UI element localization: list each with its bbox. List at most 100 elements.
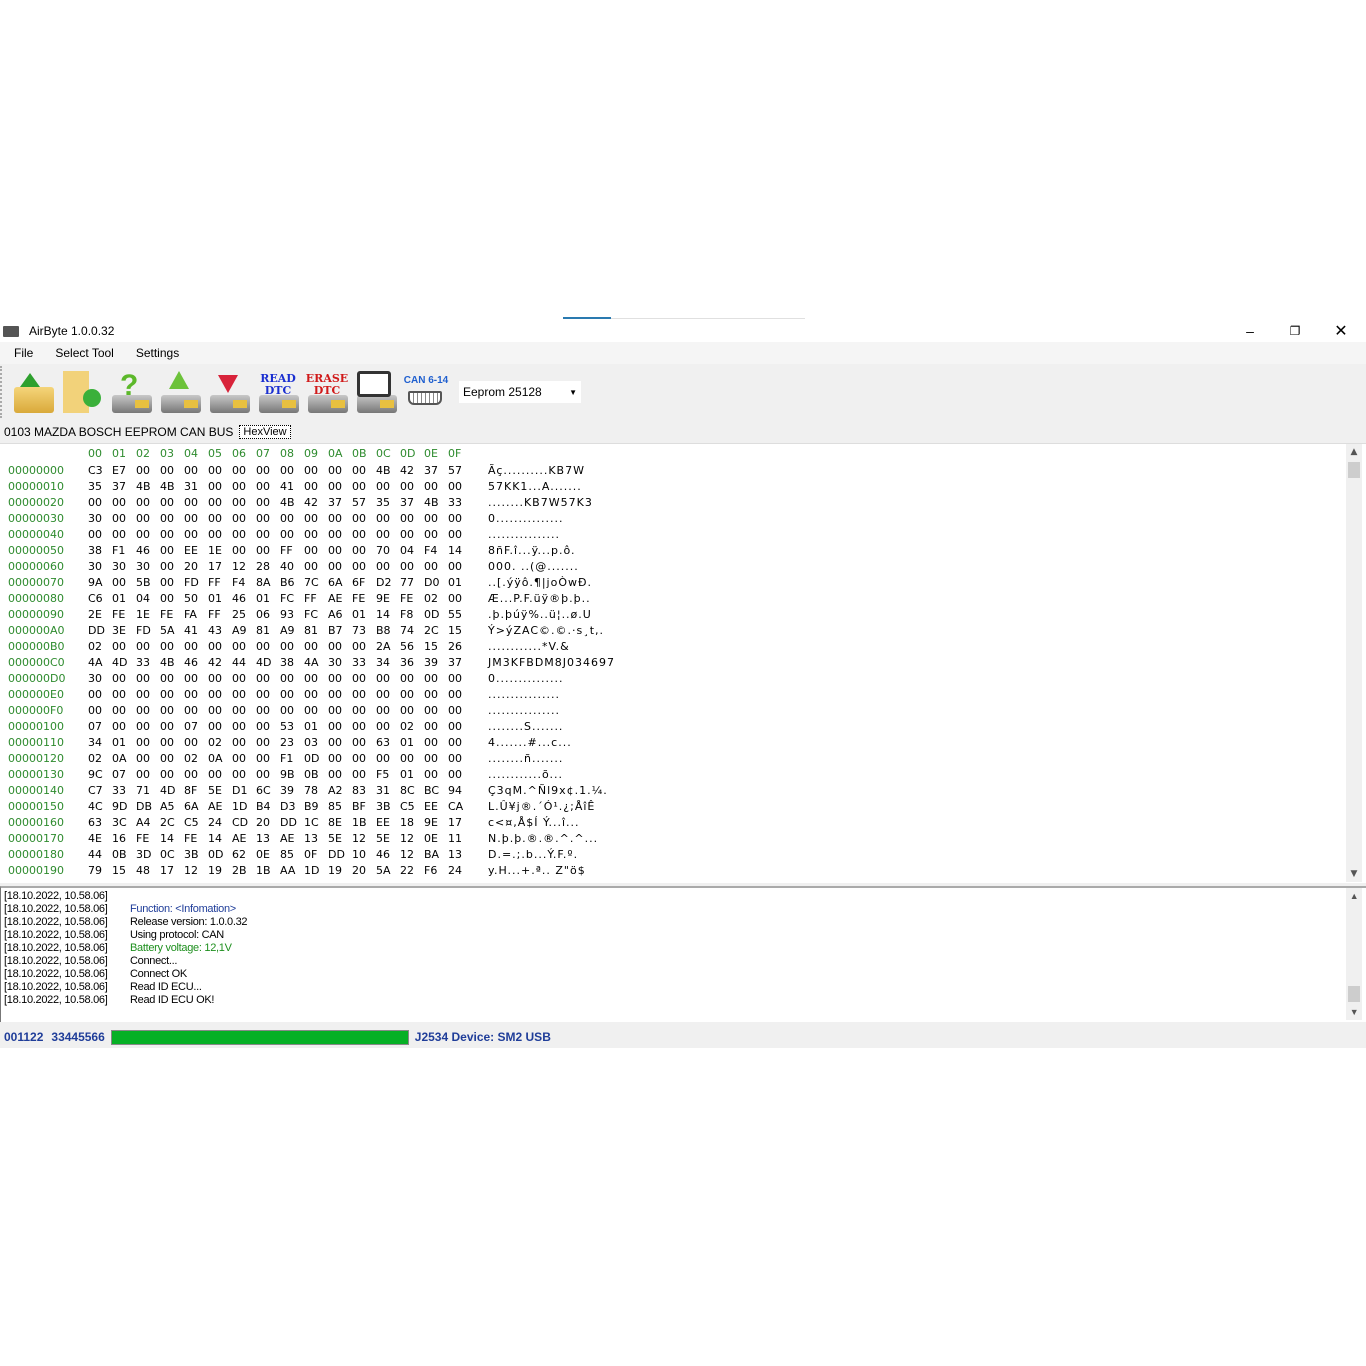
scroll-down-icon[interactable]: ▼ <box>1346 866 1362 882</box>
restore-icon[interactable]: ❐ <box>1272 320 1318 342</box>
hex-row[interactable]: 00000130 9C 07 00 00 00 00 00 00 9B 0B 00 00 F5 01 00 00… <box>0 768 1340 784</box>
hex-byte: 4A <box>88 656 103 669</box>
hex-row[interactable]: 00000040 00 00 00 00 00 00 00 00 00 00 00 00 00 00 00 00… <box>0 528 1340 544</box>
chip-select[interactable]: Eeprom 25128 ▼ <box>459 381 581 403</box>
hex-row[interactable]: 00000080 C6 01 04 00 50 01 46 01 FC FF AE FE 9E FE 02 00… <box>0 592 1340 608</box>
write-ecu-button[interactable] <box>157 369 203 415</box>
hex-byte: 1C <box>304 816 319 829</box>
save-file-button[interactable] <box>59 369 105 415</box>
hex-row[interactable]: 00000000 C3 E7 00 00 00 00 00 00 00 00 00 00 4B 42 37 57… <box>0 464 1340 480</box>
close-icon[interactable]: ✕ <box>1318 320 1364 342</box>
ascii-text: Ý>ýZAC©.©.·s¸t,. <box>488 624 605 637</box>
log-panel[interactable]: ▲ ▼ [18.10.2022, 10.58.06] [18.10.2022, 1… <box>0 886 1366 1022</box>
hex-byte: 04 <box>400 544 414 557</box>
menu-settings[interactable]: Settings <box>122 346 187 360</box>
hex-byte: 00 <box>424 512 438 525</box>
hex-row[interactable]: 00000110 34 01 00 00 00 02 00 00 23 03 00 00 63 01 00 00… <box>0 736 1340 752</box>
hex-byte: 01 <box>448 576 462 589</box>
hex-row[interactable]: 00000170 4E 16 FE 14 FE 14 AE 13 AE 13 5E 12 5E 12 0E 11… <box>0 832 1340 848</box>
hex-byte: 00 <box>328 736 342 749</box>
hex-row[interactable]: 00000060 30 30 30 00 20 17 12 28 40 00 00 00 00 00 00 00… <box>0 560 1340 576</box>
hex-row[interactable]: 000000F0 00 00 00 00 00 00 00 00 00 00 00 00 00 00 00 00… <box>0 704 1340 720</box>
hex-byte: 00 <box>376 480 390 493</box>
scroll-thumb[interactable] <box>1348 462 1360 478</box>
menu-file[interactable]: File <box>0 346 41 360</box>
scroll-up-icon[interactable]: ▲ <box>1346 888 1362 904</box>
hex-row[interactable]: 000000A0 DD 3E FD 5A 41 43 A9 81 A9 81 B7 73 B8 74 2C 15… <box>0 624 1340 640</box>
hex-byte: 00 <box>160 672 174 685</box>
status-code-1: 001122 <box>4 1030 44 1044</box>
hex-row[interactable]: 00000090 2E FE 1E FE FA FF 25 06 93 FC A6 01 14 F8 0D 55… <box>0 608 1340 624</box>
column-header: 09 <box>304 447 318 460</box>
hex-row[interactable]: 00000180 44 0B 3D 0C 3B 0D 62 0E 85 0F DD 10 46 12 BA 13… <box>0 848 1340 864</box>
hex-byte: 46 <box>232 592 246 605</box>
hex-scrollbar[interactable]: ▲ ▼ <box>1346 444 1362 882</box>
hex-byte: 00 <box>448 672 462 685</box>
hex-byte: FC <box>280 592 295 605</box>
identify-ecu-button[interactable]: ? <box>108 369 154 415</box>
hex-row[interactable]: 00000070 9A 00 5B 00 FD FF F4 8A B6 7C 6A 6F D2 77 D0 01… <box>0 576 1340 592</box>
log-scrollbar[interactable]: ▲ ▼ <box>1346 888 1362 1020</box>
hex-byte: 00 <box>376 720 390 733</box>
hex-row[interactable]: 00000160 63 3C A4 2C C5 24 CD 20 DD 1C 8E 1B EE 18 9E 17… <box>0 816 1340 832</box>
hex-byte: 30 <box>88 560 102 573</box>
erase-dtc-button[interactable]: ERASE DTC <box>304 369 350 415</box>
hex-byte: 4A <box>304 656 319 669</box>
log-line: [18.10.2022, 10.58.06] Function: <Infomat… <box>4 903 236 916</box>
open-file-button[interactable] <box>10 369 56 415</box>
hex-byte: 9C <box>88 768 103 781</box>
title-bar: AirByte 1.0.0.32 – ❐ ✕ <box>0 320 1366 342</box>
connector-button[interactable]: CAN 6-14 <box>402 369 450 415</box>
hex-byte: A9 <box>280 624 295 637</box>
hex-byte: 40 <box>280 560 294 573</box>
manual-button[interactable] <box>353 369 399 415</box>
hex-byte: 2C <box>424 624 439 637</box>
hex-row[interactable]: 00000120 02 0A 00 00 02 0A 00 00 F1 0D 00 00 00 00 00 00… <box>0 752 1340 768</box>
hex-byte: 06 <box>256 608 270 621</box>
hex-row[interactable]: 00000140 C7 33 71 4D 8F 5E D1 6C 39 78 A2 83 31 8C BC 94… <box>0 784 1340 800</box>
hex-row[interactable]: 000000E0 00 00 00 00 00 00 00 00 00 00 00 00 00 00 00 00… <box>0 688 1340 704</box>
hex-byte: 12 <box>400 832 414 845</box>
app-window: AirByte 1.0.0.32 – ❐ ✕ File Select Tool … <box>0 320 1366 1048</box>
erase-dtc-label: ERASE DTC <box>305 372 349 397</box>
tab-hexview[interactable]: HexView <box>239 425 291 439</box>
dropdown-arrow-icon: ▼ <box>569 387 577 397</box>
hex-byte: 00 <box>160 640 174 653</box>
read-ecu-button[interactable] <box>206 369 252 415</box>
hex-row[interactable]: 00000030 30 00 00 00 00 00 00 00 00 00 00 00 00 00 00 00… <box>0 512 1340 528</box>
read-dtc-button[interactable]: READ DTC <box>255 369 301 415</box>
hex-row[interactable]: 00000050 38 F1 46 00 EE 1E 00 00 FF 00 00 00 70 04 F4 14… <box>0 544 1340 560</box>
hex-byte: 00 <box>448 720 462 733</box>
hex-byte: 00 <box>136 528 150 541</box>
hex-row[interactable]: 00000020 00 00 00 00 00 00 00 00 4B 42 37 57 35 37 4B 33… <box>0 496 1340 512</box>
hex-byte: 8F <box>184 784 198 797</box>
hex-byte: 00 <box>160 592 174 605</box>
hex-row[interactable]: 00000190 79 15 48 17 12 19 2B 1B AA 1D 19 20 5A 22 F6 24… <box>0 864 1340 880</box>
ascii-text: ................ <box>488 688 560 701</box>
hex-row[interactable]: 00000150 4C 9D DB A5 6A AE 1D B4 D3 B9 85 BF 3B C5 EE CA… <box>0 800 1340 816</box>
hex-byte: CA <box>448 800 464 813</box>
hex-byte: 74 <box>400 624 414 637</box>
hex-byte: 5A <box>376 864 391 877</box>
hex-byte: C7 <box>88 784 103 797</box>
minimize-icon[interactable]: – <box>1227 320 1273 342</box>
hex-view[interactable]: ▲ ▼ 00 01 02 03 04 05 06 07 08 09 0A 0B 0C 0D 0E 0F 0000… <box>0 443 1366 883</box>
scroll-down-icon[interactable]: ▼ <box>1346 1004 1362 1020</box>
hex-byte: 00 <box>256 640 270 653</box>
hex-row[interactable]: 00000010 35 37 4B 4B 31 00 00 00 41 00 00 00 00 00 00 00… <box>0 480 1340 496</box>
hex-row[interactable]: 000000C0 4A 4D 33 4B 46 42 44 4D 38 4A 30 33 34 36 39 37… <box>0 656 1340 672</box>
hex-byte: 00 <box>184 464 198 477</box>
hex-row[interactable]: 000000B0 02 00 00 00 00 00 00 00 00 00 00 00 2A 56 15 26… <box>0 640 1340 656</box>
hex-byte: 00 <box>136 704 150 717</box>
hex-byte: 33 <box>352 656 366 669</box>
column-header: 04 <box>184 447 198 460</box>
menu-select-tool[interactable]: Select Tool <box>41 346 121 360</box>
scroll-thumb[interactable] <box>1348 986 1360 1002</box>
hex-byte: 00 <box>256 720 270 733</box>
hex-byte: 00 <box>280 688 294 701</box>
hex-byte: 00 <box>280 528 294 541</box>
hex-row[interactable]: 00000100 07 00 00 00 07 00 00 00 53 01 00 00 00 02 00 00… <box>0 720 1340 736</box>
hex-row[interactable]: 000000D0 30 00 00 00 00 00 00 00 00 00 00 00 00 00 00 00… <box>0 672 1340 688</box>
ascii-text: 4.......#...c... <box>488 736 572 749</box>
scroll-up-icon[interactable]: ▲ <box>1346 444 1362 460</box>
